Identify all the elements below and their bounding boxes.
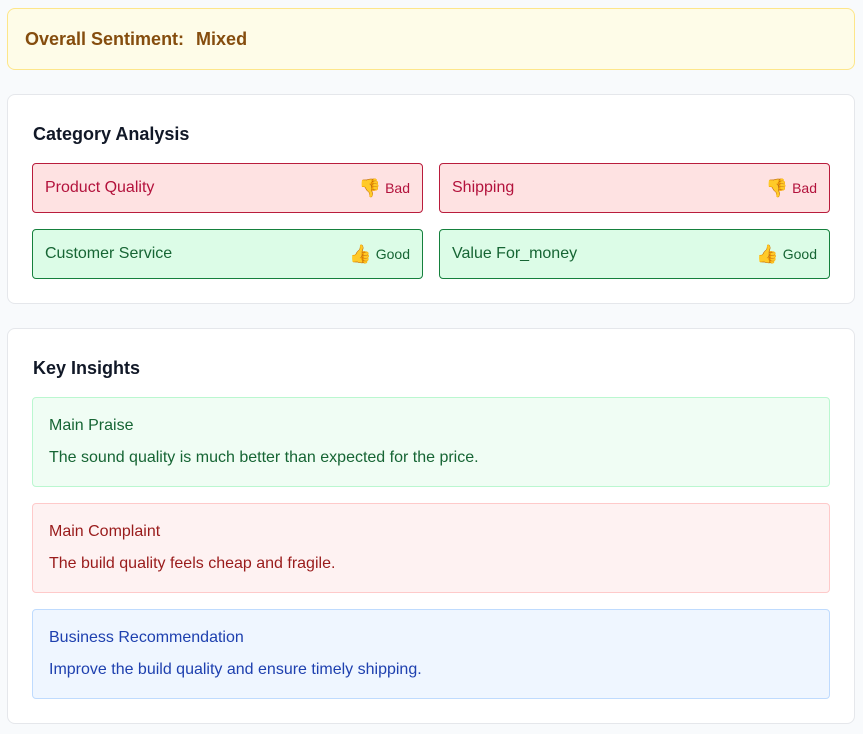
category-rating: 👎 Bad xyxy=(766,179,817,197)
category-name: Shipping xyxy=(452,179,515,196)
category-name: Customer Service xyxy=(45,245,173,262)
thumbs-down-icon: 👎 xyxy=(358,178,382,198)
category-card-customer-service: Customer Service 👍 Good xyxy=(32,229,423,279)
rating-label: Bad xyxy=(792,180,817,196)
category-rating: 👍 Good xyxy=(349,245,410,263)
key-insights-title: Key Insights xyxy=(33,358,141,378)
rating-label: Good xyxy=(782,246,817,262)
insight-title: Business Recommendation xyxy=(49,629,244,646)
overall-sentiment-banner: Overall Sentiment: Mixed xyxy=(7,8,855,70)
category-name: Product Quality xyxy=(45,179,155,196)
category-rating: 👍 Good xyxy=(756,245,817,263)
insight-business-recommendation: Business Recommendation Improve the buil… xyxy=(32,609,830,699)
thumbs-up-icon: 👍 xyxy=(756,244,779,264)
category-card-product-quality: Product Quality 👎 Bad xyxy=(32,163,423,213)
key-insights-panel: Key Insights Main Praise The sound quali… xyxy=(7,328,855,724)
category-card-shipping: Shipping 👎 Bad xyxy=(439,163,830,213)
sentiment-value: Mixed xyxy=(196,28,248,49)
insight-main-complaint: Main Complaint The build quality feels c… xyxy=(32,503,830,593)
category-card-value-for-money: Value For_money 👍 Good xyxy=(439,229,830,279)
thumbs-up-icon: 👍 xyxy=(349,244,372,264)
insight-title: Main Complaint xyxy=(49,523,161,540)
rating-label: Bad xyxy=(385,180,410,196)
category-analysis-panel: Category Analysis Product Quality 👎 Bad … xyxy=(7,94,855,304)
thumbs-down-icon: 👎 xyxy=(765,178,789,198)
category-rating: 👎 Bad xyxy=(359,179,410,197)
insight-text: Improve the build quality and ensure tim… xyxy=(49,661,422,678)
category-analysis-title: Category Analysis xyxy=(33,124,190,144)
insight-text: The sound quality is much better than ex… xyxy=(49,449,479,466)
insight-main-praise: Main Praise The sound quality is much be… xyxy=(32,397,830,487)
category-name: Value For_money xyxy=(452,245,578,262)
insight-title: Main Praise xyxy=(49,417,134,434)
sentiment-label: Overall Sentiment: xyxy=(25,28,185,49)
rating-label: Good xyxy=(375,246,410,262)
insight-text: The build quality feels cheap and fragil… xyxy=(49,555,336,572)
